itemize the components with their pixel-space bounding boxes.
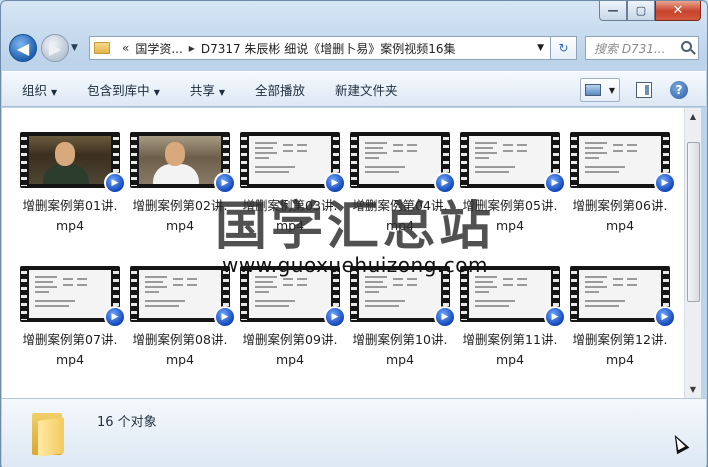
video-thumbnail: ▶ [20,132,126,194]
toolbar-right-group: ▼ ? [580,78,688,102]
address-bar[interactable]: « 国学资... ▸ D7317 朱辰彬 细说《增删卜易》案例视频16集 ▼ [89,36,551,60]
file-name-line: 增删案例第11讲. [462,332,558,347]
file-item[interactable]: ▶ 增删案例第07讲. mp4 [15,266,126,370]
file-extension: mp4 [495,352,525,367]
forward-button[interactable]: ▶ [41,34,69,62]
breadcrumb-current-folder[interactable]: D7317 朱辰彬 细说《增删卜易》案例视频16集 [201,40,456,57]
file-name-line: 增删案例第09讲. [242,332,338,347]
media-player-icon: ▶ [654,306,676,328]
folder-icon [32,409,66,457]
address-dropdown-icon[interactable]: ▼ [537,43,544,53]
view-icon [584,84,601,96]
details-pane: 16 个对象 [2,398,706,467]
scroll-down-button[interactable]: ▼ [685,381,701,398]
navigation-bar: ◀ ▶ ▼ « 国学资... ▸ D7317 朱辰彬 细说《增删卜易》案例视频1… [9,31,699,65]
change-view-button[interactable]: ▼ [580,78,620,102]
file-item[interactable]: ▶ 增删案例第10讲. mp4 [345,266,456,370]
help-icon[interactable]: ? [670,81,688,99]
watermark-title: 国学汇总站 [214,196,495,257]
search-placeholder: 搜索 D731... [594,41,666,56]
file-extension: mp4 [165,352,195,367]
file-item[interactable]: ▶ 增删案例第11讲. mp4 [455,266,566,370]
video-thumbnail: ▶ [350,132,456,194]
file-name: 增删案例第08讲. mp4 [133,330,228,370]
file-extension: mp4 [605,352,635,367]
file-extension: mp4 [385,352,415,367]
file-extension: mp4 [55,352,85,367]
search-icon[interactable] [681,41,692,52]
media-player-icon: ▶ [544,306,566,328]
chevron-down-icon: ▼ [153,87,160,97]
share-menu[interactable]: 共享 ▼ [190,80,225,99]
file-name: 增删案例第10讲. mp4 [353,330,448,370]
file-name-line: 增删案例第07讲. [22,332,118,347]
address-overflow-button[interactable]: « [122,41,129,55]
chevron-down-icon: ▼ [218,87,226,97]
play-all-label: 全部播放 [255,82,306,98]
breadcrumb-separator[interactable]: ▸ [189,41,195,55]
new-folder-label: 新建文件夹 [335,82,398,98]
chevron-down-icon: ▼ [51,87,58,97]
watermark-url: www.guoxuehuizong.com [222,253,488,277]
file-name-line: 增删案例第10讲. [352,332,448,347]
share-label: 共享 [189,82,215,98]
video-thumbnail: ▶ [130,132,236,194]
file-item[interactable]: ▶ 增删案例第12讲. mp4 [565,266,676,370]
object-count: 16 个对象 [97,415,157,430]
file-name: 增删案例第09讲. mp4 [243,330,338,370]
media-player-icon: ▶ [324,306,346,328]
new-folder-button[interactable]: 新建文件夹 [335,80,398,99]
file-name-line: 增删案例第12讲. [572,332,668,347]
caption-buttons: — ▢ ✕ [599,1,701,21]
organize-menu[interactable]: 组织 ▼ [22,80,57,99]
refresh-button[interactable]: ↻ [551,36,577,60]
scroll-up-button[interactable]: ▲ [685,108,701,125]
folder-icon [94,42,110,54]
file-name: 增删案例第11讲. mp4 [463,330,558,370]
close-button[interactable]: ✕ [655,1,701,21]
maximize-button[interactable]: ▢ [627,1,655,21]
media-player-icon: ▶ [214,306,236,328]
play-all-button[interactable]: 全部播放 [255,80,305,99]
command-bar: 组织 ▼ 包含到库中 ▼ 共享 ▼ 全部播放 新建文件夹 ▼ ? [2,71,706,107]
media-player-icon: ▶ [104,306,126,328]
file-item[interactable]: ▶ 增删案例第09讲. mp4 [235,266,346,370]
preview-pane-icon[interactable] [636,82,652,98]
breadcrumb-item[interactable]: 国学资... [135,40,182,57]
video-thumbnail: ▶ [570,132,676,194]
video-thumbnail: ▶ [240,132,346,194]
search-input[interactable]: 搜索 D731... [585,36,699,60]
explorer-window: — ▢ ✕ ◀ ▶ ▼ « 国学资... ▸ D7317 朱辰彬 细说《增删卜易… [0,0,708,467]
video-thumbnail: ▶ [460,132,566,194]
file-name-line: 增删案例第08讲. [132,332,228,347]
minimize-button[interactable]: — [599,1,627,21]
media-player-icon: ▶ [434,306,456,328]
file-name: 增删案例第12讲. mp4 [573,330,668,370]
file-item[interactable]: ▶ 增删案例第08讲. mp4 [125,266,236,370]
include-in-library-label: 包含到库中 [87,82,150,98]
include-in-library-menu[interactable]: 包含到库中 ▼ [87,80,160,99]
back-button[interactable]: ◀ [9,34,37,62]
file-extension: mp4 [275,352,305,367]
recent-pages-dropdown[interactable]: ▼ [71,43,83,53]
chevron-down-icon[interactable]: ▼ [609,86,615,95]
file-name: 增删案例第07讲. mp4 [23,330,118,370]
organize-label: 组织 [22,82,48,98]
